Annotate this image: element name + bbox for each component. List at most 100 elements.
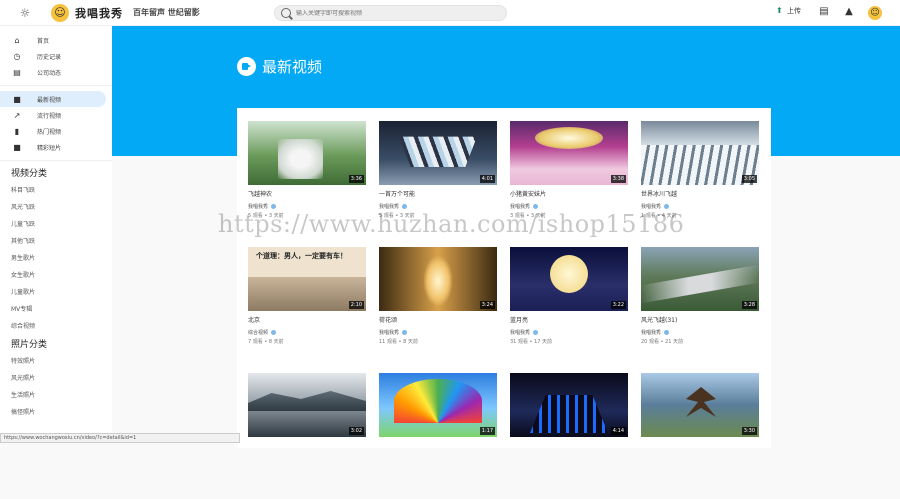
page-title: 最新视频 xyxy=(237,56,322,77)
sun-icon[interactable]: ☼ xyxy=(15,3,35,23)
sidebar-item[interactable]: ⌂ 首页 xyxy=(0,32,112,48)
video-category-list: 科目飞跃 风光飞跃 儿童飞跃 其他飞跃 男生歌片 女生歌片 儿童歌片 MV专辑 综合视频 xyxy=(0,182,112,335)
video-thumbnail[interactable]: 3:22 xyxy=(510,247,628,311)
video-title[interactable]: 飞越神农 xyxy=(248,189,366,198)
video-channel[interactable]: 我唱我秀 xyxy=(510,203,628,210)
message-icon[interactable]: ▤ xyxy=(818,6,830,18)
video-channel[interactable]: 我唱我秀 xyxy=(379,203,497,210)
sidebar: ⌂ 首页 ◷ 历史记录 ▤ 公司动态 ■ 最新视频 ↗ 流行视频 ▮ 热门视频 ■ 精彩短片 视频分类 … xyxy=(0,26,112,443)
thumbnail-caption: 个道理：男人，一定要有车！ xyxy=(256,252,347,260)
video-thumbnail[interactable]: 3:02 xyxy=(248,373,366,437)
sidebar-item[interactable]: ↗ 流行视频 xyxy=(0,107,112,123)
video-thumbnail[interactable]: 3:36 xyxy=(248,121,366,185)
video-card[interactable]: 3:22 蓝月亮我唱我秀 31 观看 • 17 天前 xyxy=(510,247,628,373)
category-item[interactable]: 生活照片 xyxy=(0,387,112,404)
channel-name: 我唱我秀 xyxy=(510,204,531,210)
video-thumbnail[interactable]: 3:05 xyxy=(641,121,759,185)
upload-button[interactable]: ⬆ 上传 xyxy=(776,6,801,16)
video-meta: 31 观看 • 17 天前 xyxy=(510,339,553,345)
video-title[interactable]: 一首万个可能 xyxy=(379,189,497,198)
video-title[interactable]: 风光飞越(31) xyxy=(641,315,759,324)
category-item[interactable]: 女生歌片 xyxy=(0,267,112,284)
verified-icon xyxy=(402,204,408,209)
video-duration: 3:28 xyxy=(741,301,757,309)
category-item[interactable]: 风光照片 xyxy=(0,370,112,387)
video-duration: 3:30 xyxy=(741,427,757,435)
video-duration: 2:10 xyxy=(348,301,364,309)
thumbnail-art xyxy=(550,255,588,293)
video-card[interactable]: 3:02 xyxy=(248,373,366,499)
video-camera-icon xyxy=(237,57,256,76)
video-thumbnail[interactable]: 个道理：男人，一定要有车！ 2:10 xyxy=(248,247,366,311)
thumbnail-art xyxy=(535,127,603,149)
search-box[interactable] xyxy=(274,5,507,21)
video-channel[interactable]: 我唱我秀 xyxy=(641,203,759,210)
avatar[interactable]: ☺ xyxy=(868,6,882,20)
video-title[interactable]: 世界冰川飞越 xyxy=(641,189,759,198)
video-thumbnail[interactable]: 3:30 xyxy=(641,373,759,437)
video-title[interactable]: 北京 xyxy=(248,315,366,324)
video-thumbnail[interactable]: 4:14 xyxy=(510,373,628,437)
video-title[interactable]: 蓝月亮 xyxy=(510,315,628,324)
category-item[interactable]: 搞怪照片 xyxy=(0,404,112,421)
video-title[interactable]: 荷花颂 xyxy=(379,315,497,324)
video-duration: 3:36 xyxy=(348,175,364,183)
video-icon: ■ xyxy=(13,94,21,104)
video-duration: 3:05 xyxy=(741,175,757,183)
channel-name: 我唱我秀 xyxy=(641,330,662,336)
sidebar-item[interactable]: ▤ 公司动态 xyxy=(0,64,112,80)
photo-category-list: 特效照片 风光照片 生活照片 搞怪照片 xyxy=(0,353,112,421)
video-duration: 3:22 xyxy=(610,301,626,309)
channel-name: 我唱我秀 xyxy=(248,204,269,210)
upload-label: 上传 xyxy=(787,7,801,15)
search-icon[interactable] xyxy=(281,8,291,18)
video-channel[interactable]: 我唱我秀 xyxy=(641,329,759,336)
video-card[interactable]: 1:17 xyxy=(379,373,497,499)
video-category-title: 视频分类 xyxy=(11,169,48,179)
video-channel[interactable]: 综合视频 xyxy=(248,329,366,336)
category-item[interactable]: 儿童歌片 xyxy=(0,284,112,301)
video-card[interactable]: 3:24 荷花颂 我唱我秀 11 观看 • 8 天前 xyxy=(379,247,497,373)
photo-category-title: 照片分类 xyxy=(11,340,48,350)
sidebar-item[interactable]: ■ 精彩短片 xyxy=(0,139,112,155)
category-item[interactable]: 风光飞跃 xyxy=(0,199,112,216)
sidebar-item[interactable]: ▮ 热门视频 xyxy=(0,123,112,139)
category-item[interactable]: 男生歌片 xyxy=(0,250,112,267)
watermark: https://www.huzhan.com/ishop15186 xyxy=(218,210,685,238)
video-grid: 3:36 飞越神农 我唱我秀 5 观看 • 3 天前 4:01 一首万个可能 我唱我秀 5 观… xyxy=(248,121,759,499)
category-item[interactable]: 特效照片 xyxy=(0,353,112,370)
video-thumbnail[interactable]: 3:28 xyxy=(641,247,759,311)
video-thumbnail[interactable]: 4:01 xyxy=(379,121,497,185)
video-thumbnail[interactable]: 1:17 xyxy=(379,373,497,437)
sidebar-item-label: 公司动态 xyxy=(37,69,62,77)
sidebar-item[interactable]: ■ 最新视频 xyxy=(0,91,106,107)
video-duration: 3:38 xyxy=(610,175,626,183)
logo-text[interactable]: 我唱我秀 xyxy=(75,5,123,21)
sidebar-item[interactable]: ◷ 历史记录 xyxy=(0,48,112,64)
video-channel[interactable]: 我唱我秀 xyxy=(510,329,628,336)
video-title[interactable]: 小猪黄安妹片 xyxy=(510,189,628,198)
video-channel[interactable]: 我唱我秀 xyxy=(379,329,497,336)
video-card[interactable]: 3:28 风光飞越(31) 我唱我秀 20 观看 • 21 天前 xyxy=(641,247,759,373)
sidebar-nav-main: ⌂ 首页 ◷ 历史记录 ▤ 公司动态 xyxy=(0,32,112,80)
logo-icon[interactable]: ☺ xyxy=(51,3,69,22)
video-channel[interactable]: 我唱我秀 xyxy=(248,203,366,210)
category-item[interactable]: MV专辑 xyxy=(0,301,112,318)
video-card[interactable]: 4:14 xyxy=(510,373,628,499)
video-card[interactable]: 3:30 xyxy=(641,373,759,499)
bell-icon[interactable]: ▲ xyxy=(843,6,855,18)
category-item[interactable]: 儿童飞跃 xyxy=(0,216,112,233)
video-card[interactable]: 个道理：男人，一定要有车！ 2:10 北京 综合视频 7 观看 • 8 天前 xyxy=(248,247,366,373)
category-item[interactable]: 科目飞跃 xyxy=(0,182,112,199)
video-panel: 3:36 飞越神农 我唱我秀 5 观看 • 3 天前 4:01 一首万个可能 我唱我秀 5 观… xyxy=(237,108,771,448)
thumbnail-art xyxy=(686,387,716,417)
thumbnail-art xyxy=(248,391,366,411)
search-input[interactable] xyxy=(296,9,496,17)
video-thumbnail[interactable]: 3:24 xyxy=(379,247,497,311)
category-item[interactable]: 其他飞跃 xyxy=(0,233,112,250)
news-icon: ▤ xyxy=(13,67,21,77)
category-item[interactable]: 综合视频 xyxy=(0,318,112,335)
video-duration: 3:24 xyxy=(479,301,495,309)
video-thumbnail[interactable]: 3:38 xyxy=(510,121,628,185)
verified-icon xyxy=(533,204,539,209)
